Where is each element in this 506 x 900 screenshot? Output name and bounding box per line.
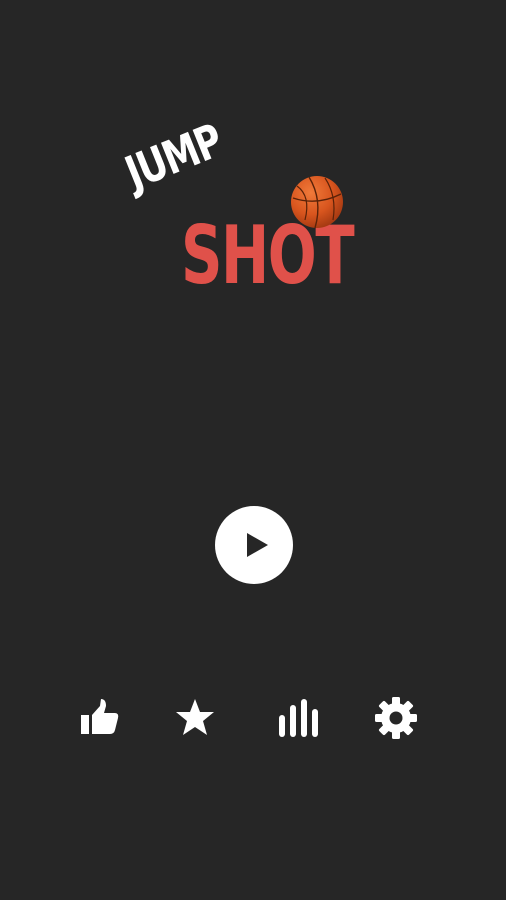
game-screen: JUMP SHOT	[0, 0, 506, 900]
basketball-icon	[291, 176, 343, 229]
star-icon	[176, 699, 214, 735]
play-icon	[247, 533, 268, 557]
rate-button[interactable]	[172, 695, 218, 741]
logo-jump-text: JUMP	[117, 113, 230, 201]
play-button[interactable]	[215, 506, 293, 584]
like-button[interactable]	[77, 695, 123, 741]
gear-icon	[375, 697, 417, 739]
thumbs-up-icon	[81, 699, 119, 734]
bar-chart-icon	[279, 699, 318, 737]
settings-button[interactable]	[373, 695, 419, 741]
leaderboard-button[interactable]	[275, 695, 321, 741]
